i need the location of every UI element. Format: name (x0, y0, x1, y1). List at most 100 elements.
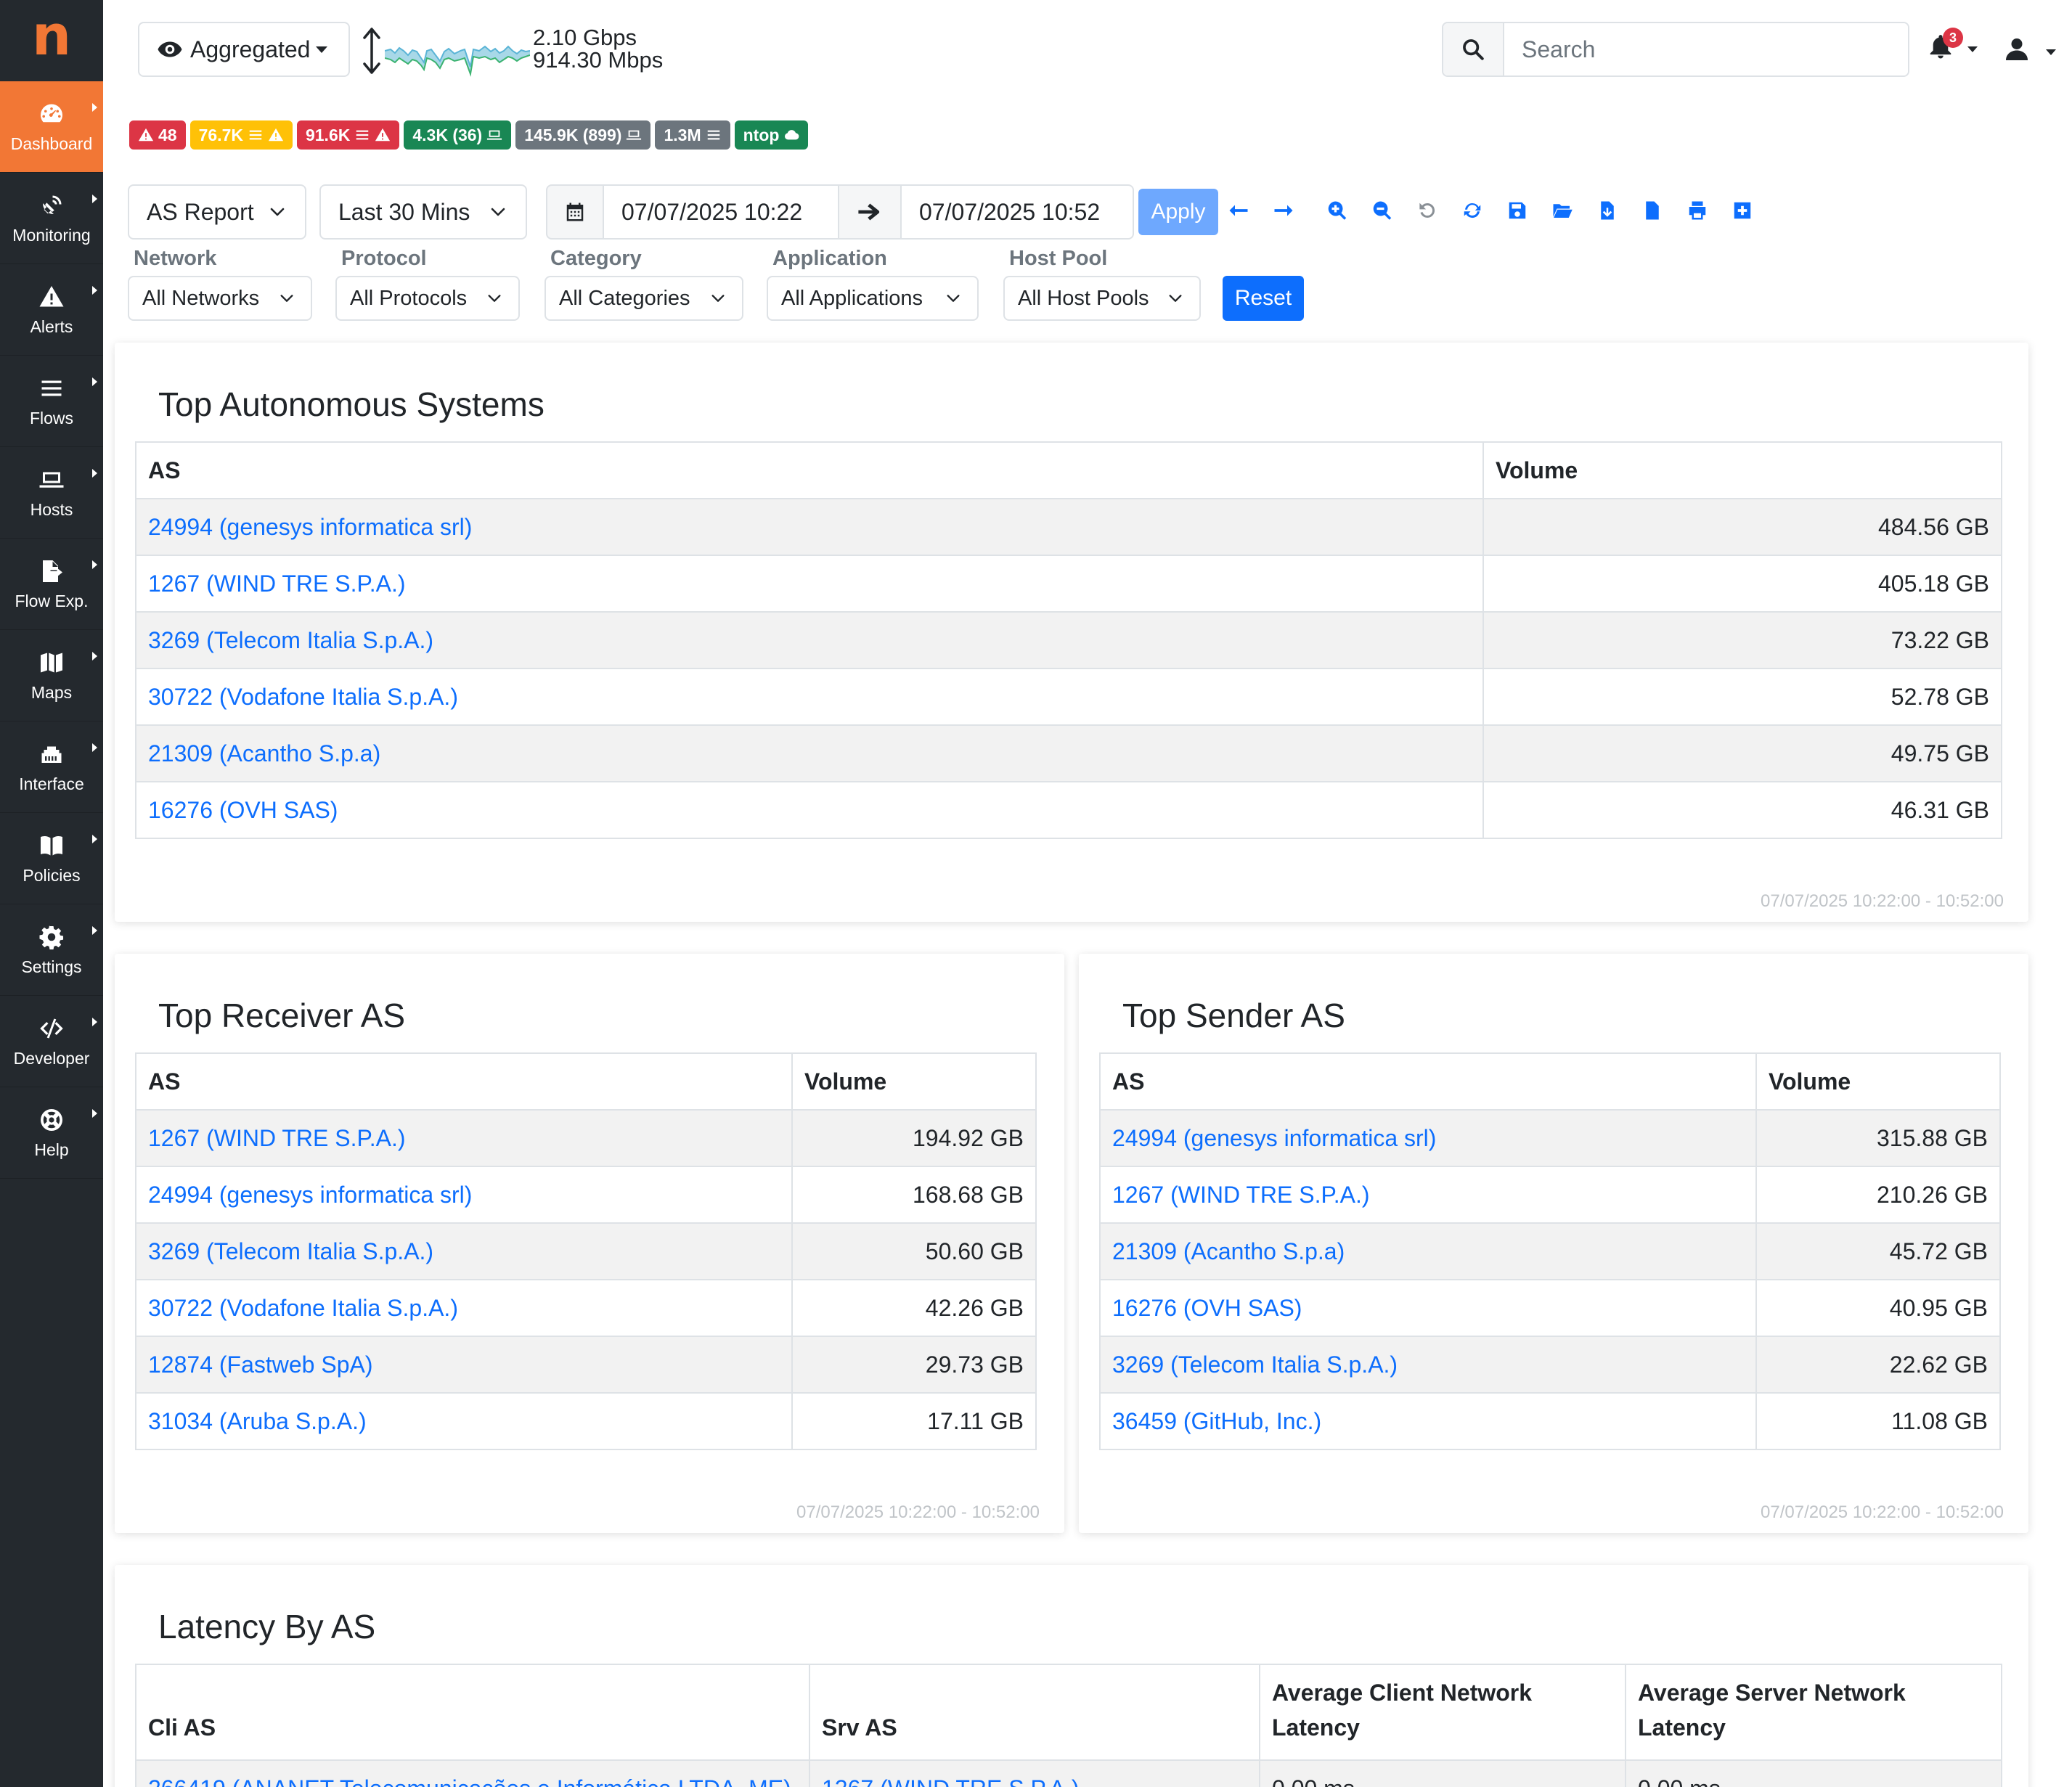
application-filter-label: Application (772, 247, 887, 270)
sidebar-item-interface[interactable]: Interface (0, 721, 103, 813)
ntopng-logo[interactable]: n (0, 0, 103, 81)
laptop-icon (487, 130, 502, 140)
remote-hosts-badge[interactable]: 145.9K (899) (515, 120, 651, 150)
sidebar-item-flow-exporters[interactable]: Flow Exp. (0, 539, 103, 630)
protocol-filter-select[interactable]: All Protocols (335, 276, 520, 321)
date-from-input[interactable]: 07/07/2025 10:22 (604, 184, 839, 240)
table-row: 21309 (Acantho S.p.a) 49.75 GB (135, 724, 2002, 782)
caret-right-icon (92, 1018, 97, 1026)
as-link[interactable]: 1267 (WIND TRE S.P.A.) (1112, 1182, 1369, 1208)
category-filter-select[interactable]: All Categories (544, 276, 743, 321)
folder-open-icon[interactable] (1551, 199, 1574, 222)
file-export-icon (37, 557, 66, 586)
column-header[interactable]: Srv AS (809, 1664, 1260, 1761)
local-hosts-badge[interactable]: 4.3K (36) (404, 120, 512, 150)
report-type-select[interactable]: AS Report (128, 184, 306, 240)
undo-icon[interactable] (1416, 199, 1439, 222)
file-upload-icon[interactable] (1641, 199, 1664, 222)
as-link[interactable]: 36459 (GitHub, Inc.) (1112, 1408, 1321, 1434)
caret-right-icon (92, 1109, 97, 1118)
print-icon[interactable] (1686, 199, 1709, 222)
sidebar-item-maps[interactable]: Maps (0, 630, 103, 721)
as-link[interactable]: 31034 (Aruba S.p.A.) (148, 1408, 367, 1434)
as-link[interactable]: 3269 (Telecom Italia S.p.A.) (1112, 1352, 1398, 1378)
cloud-icon (785, 130, 799, 140)
chevron-down-icon (270, 208, 285, 216)
column-header[interactable]: Cli AS (135, 1664, 810, 1761)
as-link[interactable]: 24994 (genesys informatica srl) (1112, 1125, 1436, 1151)
network-filter-select[interactable]: All Networks (128, 276, 312, 321)
as-link[interactable]: 3269 (Telecom Italia S.p.A.) (148, 627, 433, 653)
flow-alerts-warning-badge[interactable]: 76.7K (189, 120, 293, 150)
as-link[interactable]: 3269 (Telecom Italia S.p.A.) (148, 1238, 433, 1264)
engaged-alerts-badge[interactable]: 48 (129, 120, 186, 150)
interface-selector[interactable]: Aggregated (138, 22, 350, 77)
as-link[interactable]: 21309 (Acantho S.p.a) (1112, 1238, 1345, 1264)
search-icon[interactable] (1443, 23, 1504, 75)
sidebar-item-hosts[interactable]: Hosts (0, 447, 103, 539)
sidebar-item-settings[interactable]: Settings (0, 904, 103, 996)
search-input[interactable] (1504, 23, 1908, 75)
column-header[interactable]: AS (1099, 1052, 1757, 1111)
arrow-right-icon[interactable] (1272, 199, 1295, 222)
host-pool-filter-select[interactable]: All Host Pools (1003, 276, 1201, 321)
sidebar-item-monitoring[interactable]: Monitoring (0, 173, 103, 264)
reset-button[interactable]: Reset (1223, 276, 1304, 321)
application-filter-select[interactable]: All Applications (767, 276, 979, 321)
as-link[interactable]: 30722 (Vodafone Italia S.p.A.) (148, 684, 458, 710)
active-flows-badge[interactable]: 1.3M (655, 120, 730, 150)
as-link[interactable]: 24994 (genesys informatica srl) (148, 1182, 472, 1208)
file-download-icon[interactable] (1596, 199, 1619, 222)
sidebar-item-alerts[interactable]: Alerts (0, 264, 103, 356)
apply-button[interactable]: Apply (1138, 189, 1218, 235)
cli-as-link[interactable]: 266419 (ANANET Telecomunicações e Inform… (148, 1775, 791, 1787)
as-link[interactable]: 1267 (WIND TRE S.P.A.) (148, 1125, 405, 1151)
column-header[interactable]: AS (135, 441, 1484, 499)
column-header[interactable]: Volume (791, 1052, 1037, 1111)
refresh-icon[interactable] (1461, 199, 1484, 222)
ethernet-icon (37, 740, 66, 769)
sidebar-item-flows[interactable]: Flows (0, 356, 103, 447)
arrow-left-icon[interactable] (1227, 199, 1250, 222)
as-link[interactable]: 16276 (OVH SAS) (1112, 1295, 1302, 1321)
add-widget-icon[interactable] (1731, 199, 1754, 222)
date-to-input[interactable]: 07/07/2025 10:52 (902, 184, 1134, 240)
calendar-icon[interactable] (546, 184, 604, 240)
sidebar-item-policies[interactable]: Policies (0, 813, 103, 904)
flow-alerts-error-badge[interactable]: 91.6K (296, 120, 400, 150)
zoom-out-icon[interactable] (1371, 199, 1394, 222)
time-range-footer: 07/07/2025 10:22:00 - 10:52:00 (1761, 891, 2004, 911)
as-link[interactable]: 30722 (Vodafone Italia S.p.A.) (148, 1295, 458, 1321)
caret-right-icon (92, 103, 97, 112)
as-link[interactable]: 12874 (Fastweb SpA) (148, 1352, 373, 1378)
ntop-cloud-badge[interactable]: ntop (734, 120, 809, 150)
network-filter-label: Network (134, 247, 217, 270)
sidebar-item-label: Interface (19, 774, 84, 793)
column-header[interactable]: Volume (1482, 441, 2002, 499)
as-link[interactable]: 21309 (Acantho S.p.a) (148, 740, 380, 766)
sidebar-item-developer[interactable]: Developer (0, 996, 103, 1087)
volume-value: 168.68 GB (791, 1166, 1037, 1224)
as-link[interactable]: 16276 (OVH SAS) (148, 797, 338, 823)
as-link[interactable]: 1267 (WIND TRE S.P.A.) (148, 571, 405, 597)
time-range-footer: 07/07/2025 10:22:00 - 10:52:00 (1761, 1502, 2004, 1522)
column-header[interactable]: Volume (1755, 1052, 2001, 1111)
table-row: 1267 (WIND TRE S.P.A.) 194.92 GB (135, 1109, 1037, 1167)
notifications-button[interactable]: 3 (1927, 28, 1985, 68)
chevron-down-icon (947, 295, 960, 302)
column-header[interactable]: Average Client Network Latency (1259, 1664, 1626, 1761)
volume-value: 49.75 GB (1482, 724, 2002, 782)
user-menu-button[interactable] (2004, 35, 2069, 67)
column-header[interactable]: AS (135, 1052, 793, 1111)
timeframe-select[interactable]: Last 30 Mins (319, 184, 527, 240)
srv-as-link[interactable]: 1267 (WIND TRE S.P.A.) (822, 1775, 1079, 1787)
sidebar-item-help[interactable]: Help (0, 1087, 103, 1179)
sidebar-item-dashboard[interactable]: Dashboard (0, 81, 103, 173)
save-icon[interactable] (1506, 199, 1529, 222)
zoom-in-icon[interactable] (1326, 199, 1349, 222)
caret-right-icon (92, 286, 97, 295)
column-header[interactable]: Average Server Network Latency (1625, 1664, 2002, 1761)
as-link[interactable]: 24994 (genesys informatica srl) (148, 514, 472, 540)
top-receiver-card: Top Receiver AS AS Volume 1267 (WIND TRE… (115, 954, 1064, 1533)
report-toolbar-icons (1227, 199, 1776, 222)
